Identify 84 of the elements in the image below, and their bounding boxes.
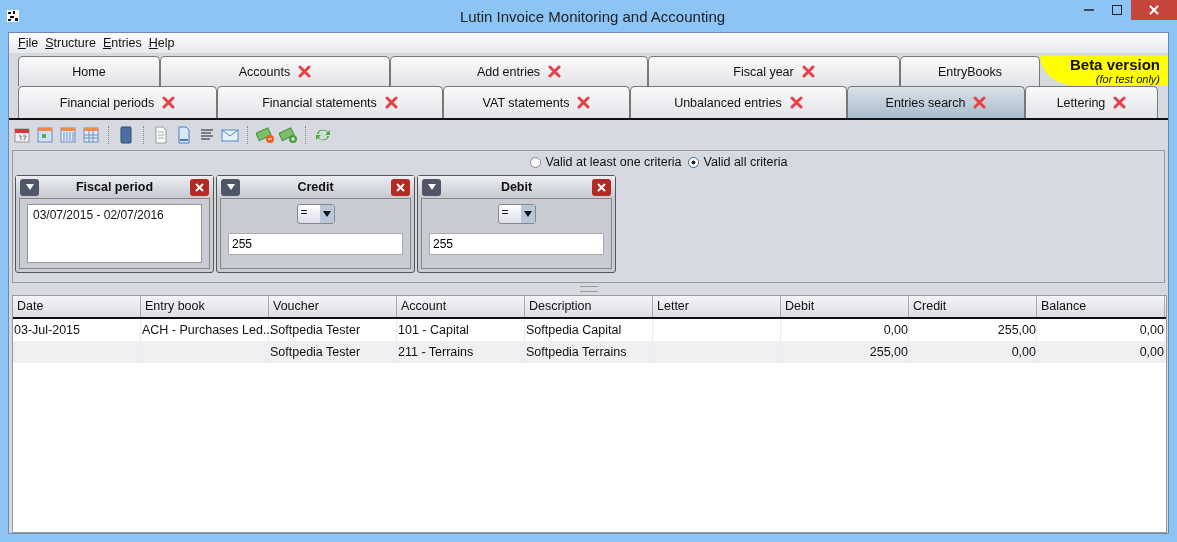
tab[interactable]: VAT statements	[443, 86, 630, 118]
triangle-icon	[25, 184, 34, 190]
radio-indicator[interactable]	[687, 156, 699, 168]
operator-dropdown[interactable]: =	[296, 204, 335, 224]
close-icon[interactable]	[162, 96, 176, 109]
close-icon[interactable]	[384, 96, 398, 109]
close-icon[interactable]	[548, 65, 562, 78]
caret-icon	[523, 211, 532, 217]
column-header[interactable]: Letter	[653, 296, 781, 317]
list-item[interactable]: 03/07/2015 - 02/07/2016	[33, 208, 196, 222]
splitter-handle[interactable]	[579, 286, 598, 292]
minimize-icon	[1084, 9, 1094, 11]
menu-item[interactable]: Entries	[102, 36, 142, 50]
column-header[interactable]: Balance	[1037, 296, 1165, 317]
calendar-grid-icon[interactable]	[36, 126, 54, 144]
value-field[interactable]: 255	[228, 233, 403, 255]
close-icon[interactable]	[298, 65, 312, 78]
collapse-button[interactable]	[422, 178, 441, 196]
calendar-icon[interactable]	[13, 126, 31, 144]
maximize-icon	[1112, 5, 1122, 15]
table-cell: Softpedia Tester	[269, 341, 397, 363]
remove-button[interactable]	[391, 178, 410, 196]
caret-icon	[322, 211, 331, 217]
column-header[interactable]: Debit	[781, 296, 909, 317]
blank-document-icon[interactable]	[175, 126, 193, 144]
column-header[interactable]: Credit	[909, 296, 1037, 317]
close-icon	[195, 182, 204, 192]
remove-button[interactable]	[190, 178, 209, 196]
close-icon[interactable]	[577, 96, 591, 109]
tab[interactable]: Financial statements	[217, 86, 443, 118]
table-cell: Softpedia Terrains	[525, 341, 653, 363]
envelope-icon[interactable]	[221, 126, 239, 144]
close-icon	[597, 182, 606, 192]
table-cell: 211 - Terrains	[397, 341, 525, 363]
money-add-icon[interactable]	[279, 126, 297, 144]
list-box[interactable]: 03/07/2015 - 02/07/2016	[27, 204, 202, 263]
card-title: Debit	[499, 180, 534, 194]
tab[interactable]: Accounts	[160, 56, 390, 86]
calendar-table-icon[interactable]	[82, 126, 100, 144]
close-icon[interactable]	[1113, 96, 1127, 109]
app-icon	[6, 9, 20, 23]
collapse-button[interactable]	[20, 178, 39, 196]
column-header[interactable]: Voucher	[269, 296, 397, 317]
table-cell: 0,00	[1037, 341, 1165, 363]
tab[interactable]: Unbalanced entries	[630, 86, 847, 118]
menu-item[interactable]: Structure	[45, 36, 96, 50]
close-icon[interactable]	[973, 96, 987, 109]
table-cell: 0,00	[909, 341, 1037, 363]
close-icon[interactable]	[801, 65, 815, 78]
money-remove-icon[interactable]	[256, 126, 274, 144]
document-icon[interactable]	[152, 126, 170, 144]
menu-item[interactable]: File	[18, 36, 39, 50]
card-title: Credit	[296, 180, 335, 194]
calendar-columns-icon[interactable]	[59, 126, 77, 144]
tab[interactable]: Add entries	[390, 56, 648, 86]
column-header[interactable]: Date	[13, 296, 141, 317]
window-title: Lutin Invoice Monitoring and Accounting	[458, 7, 727, 25]
radio-button[interactable]: Valid all criteria	[687, 155, 788, 169]
menu-item[interactable]: Help	[148, 36, 175, 50]
column-header[interactable]: Description	[525, 296, 653, 317]
tab[interactable]: Fiscal year	[648, 56, 900, 86]
beta-badge: Beta version (for test only)	[1040, 56, 1168, 86]
remove-button[interactable]	[592, 178, 611, 196]
radio-indicator[interactable]	[529, 156, 541, 168]
table-cell: 255,00	[781, 341, 909, 363]
value-field[interactable]: 255	[429, 233, 604, 255]
collapse-button[interactable]	[221, 178, 240, 196]
close-button[interactable]	[1131, 0, 1177, 20]
close-icon[interactable]	[789, 96, 803, 109]
triangle-icon	[427, 184, 436, 190]
column-header[interactable]: Account	[397, 296, 525, 317]
column-header[interactable]: Entry book	[141, 296, 269, 317]
triangle-icon	[226, 184, 235, 190]
radio-button[interactable]: Valid at least one criteria	[529, 155, 682, 169]
close-icon	[396, 182, 405, 192]
book-icon[interactable]	[117, 126, 135, 144]
tab[interactable]: Financial periods	[18, 86, 217, 118]
tab[interactable]: EntryBooks	[900, 56, 1040, 86]
operator-dropdown[interactable]: =	[497, 204, 536, 224]
tab[interactable]: Lettering	[1025, 86, 1158, 118]
tab[interactable]: Home	[18, 56, 160, 86]
tab[interactable]: Entries search	[847, 86, 1025, 118]
close-icon	[1149, 5, 1159, 15]
card-title: Fiscal period	[74, 180, 155, 194]
